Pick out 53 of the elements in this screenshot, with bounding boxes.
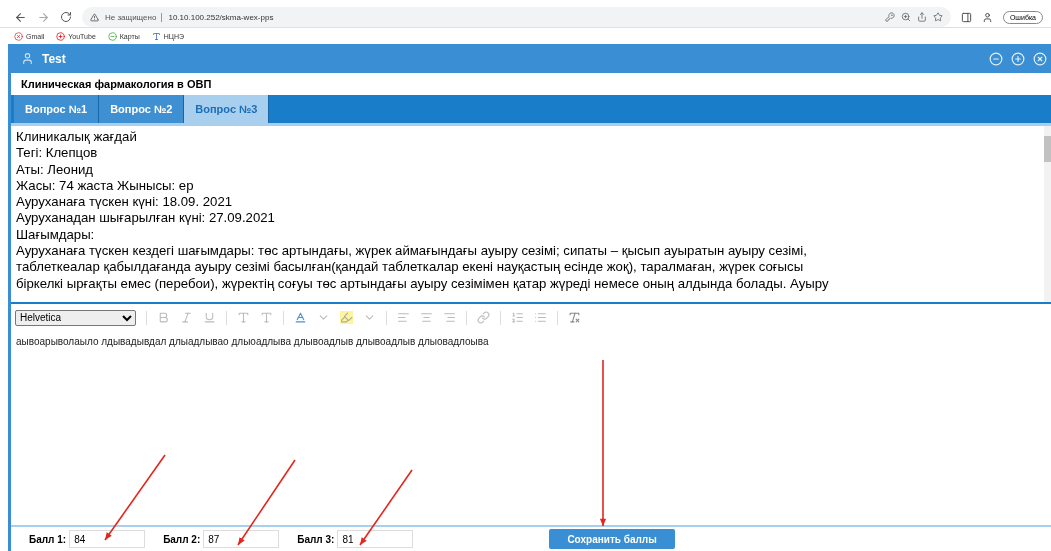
bold-icon[interactable] — [157, 311, 170, 324]
forward-icon — [37, 10, 50, 24]
clear-format-icon[interactable] — [568, 311, 581, 324]
app-icon — [21, 52, 34, 65]
scrollbar[interactable] — [1044, 126, 1051, 302]
italic-icon[interactable] — [180, 311, 193, 324]
question-text: таблеткеалар қабылдағанда ауыру сезімі басылған(қандай таблеткалар екені науқастың есінде жоқ), таралмаған, жүрек соғысы — [16, 259, 805, 276]
security-label: Не защищено — [105, 12, 163, 22]
numbered-list-icon[interactable] — [511, 311, 524, 324]
answer-editor[interactable]: аывоарыволаыло лдывадывдал длыадлывао длыоадлыва длывоадлыв длывоадлыв длыовадлоыва — [11, 331, 1051, 527]
course-title: Клиническая фармакология в ОВП — [20, 77, 213, 92]
question-text: Аты: Леонид — [16, 161, 95, 178]
profile-icon — [981, 11, 993, 23]
font-select[interactable]: Helvetica — [15, 309, 136, 326]
answer-text: аывоарыволаыло лдывадывдал длыадлывао длыоадлыва длывоадлыв длывоадлыв длыовадлоыва — [16, 336, 489, 347]
reload-icon — [60, 11, 72, 23]
question-text: Шағымдары: — [16, 226, 96, 244]
url-text: 10.10.100.252/skma-wex-pps — [168, 12, 274, 22]
address-bar[interactable]: Не защищено 10.10.100.252/skma-wex-pps — [82, 7, 951, 27]
font-grow-icon[interactable] — [237, 311, 250, 324]
bullet-list-icon[interactable] — [534, 311, 547, 324]
close-icon[interactable] — [1033, 51, 1047, 66]
font-shrink-icon[interactable] — [260, 311, 273, 324]
score-field[interactable]: 87 — [203, 530, 280, 548]
highlight-icon[interactable] — [340, 311, 353, 324]
sidebar-icon — [960, 11, 972, 23]
warning-icon — [90, 12, 99, 22]
question-text: Жасы: 74 жаста Жынысы: ер — [16, 177, 195, 195]
link-icon[interactable] — [477, 311, 490, 324]
score-field[interactable]: 81 — [337, 530, 414, 548]
question-text: Ауруханадан шығарылған күні: 27.09.2021 — [16, 210, 276, 227]
maximize-icon[interactable] — [1011, 51, 1025, 66]
question-text: Тегі: Клепцов — [16, 145, 99, 162]
share-icon — [916, 12, 927, 22]
question-text: біркелкі ырғақты емес (перебои), жүректің соғуы төс артындағы ауыру сезімімен қатар жүреді немесе оның алдында болады. Ауыру — [16, 275, 830, 292]
align-left-icon[interactable] — [397, 311, 410, 324]
score-label: Балл 3: — [297, 533, 335, 545]
zoom-icon — [900, 12, 911, 22]
question-text: Ауруханаға түскен кездегі шағымдары: төс артындағы, жүрек аймағындағы ауыру сезімі; сипаты – қысып ауыратын ауыру сезімі, — [16, 243, 808, 260]
score-label: Балл 2: — [163, 533, 201, 545]
back-icon — [14, 10, 27, 24]
minimize-icon[interactable] — [989, 51, 1003, 66]
text-color-icon[interactable] — [294, 311, 307, 324]
key-icon — [884, 12, 895, 22]
question-text: Клиникалық жағдай — [16, 129, 138, 146]
window-title: Test — [42, 51, 67, 66]
align-right-icon[interactable] — [443, 311, 456, 324]
score-field[interactable]: 84 — [69, 530, 146, 548]
score-label: Балл 1: — [29, 533, 67, 545]
underline-icon[interactable] — [203, 311, 216, 324]
align-center-icon[interactable] — [420, 311, 433, 324]
star-icon — [932, 12, 943, 22]
question-text: Ауруханаға түскен күні: 18.09. 2021 — [16, 194, 234, 211]
